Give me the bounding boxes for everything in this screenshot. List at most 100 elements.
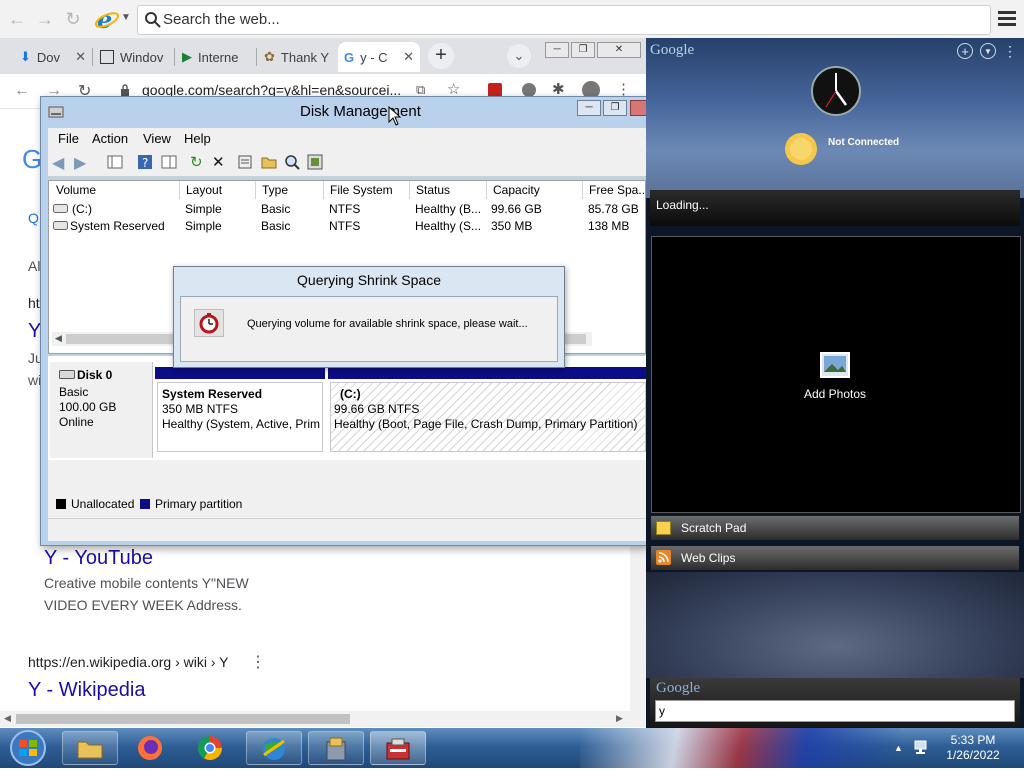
- window-title: Disk Management: [300, 103, 421, 120]
- firefox-icon: [138, 736, 162, 760]
- close-icon[interactable]: ✕: [403, 49, 414, 65]
- scroll-left-icon[interactable]: ◀: [55, 333, 62, 344]
- partition-c-drive[interactable]: (C:) 99.66 GB NTFS Healthy (Boot, Page F…: [330, 382, 646, 452]
- tab-thank-you[interactable]: ✿ Thank Y: [258, 42, 338, 72]
- extension-icon[interactable]: [488, 83, 502, 97]
- disk-management-icon: [386, 738, 410, 760]
- cell-layout: Simple: [185, 219, 222, 233]
- result-fragment: ht: [28, 295, 40, 311]
- column-capacity[interactable]: Capacity: [487, 181, 583, 199]
- sun-weather-icon: [780, 128, 822, 170]
- properties-pane-icon[interactable]: [160, 153, 178, 171]
- web-clips-gadget[interactable]: Web Clips: [651, 546, 1019, 570]
- cell-volume: System Reserved: [70, 219, 165, 233]
- taskbar-firefox[interactable]: [122, 731, 178, 765]
- cell-layout: Simple: [185, 202, 222, 216]
- ie-logo-icon[interactable]: e: [94, 5, 120, 34]
- maximize-button[interactable]: ❐: [571, 42, 595, 58]
- system-clock[interactable]: 5:33 PM 1/26/2022: [940, 733, 1006, 765]
- tab-downloads[interactable]: ⬇ Dov ✕: [14, 42, 92, 72]
- minimize-button[interactable]: ─: [545, 42, 569, 58]
- window-titlebar[interactable]: Disk Management: [40, 97, 647, 127]
- taskbar-disk-management[interactable]: [370, 731, 426, 765]
- play-icon: ▶: [182, 49, 192, 64]
- column-status[interactable]: Status: [410, 181, 487, 199]
- tab-google-search[interactable]: G y - C ✕: [338, 42, 420, 72]
- more-options-icon[interactable]: ⋮: [250, 652, 266, 672]
- start-button[interactable]: [4, 729, 52, 767]
- scroll-right-icon[interactable]: ▶: [616, 713, 623, 724]
- open-folder-icon[interactable]: [260, 153, 278, 171]
- partition-name: (C:): [340, 387, 361, 401]
- sidebar-search-brand: Google: [656, 680, 701, 696]
- menu-file[interactable]: File: [58, 131, 79, 146]
- scroll-left-icon[interactable]: ◀: [4, 713, 11, 724]
- close-icon[interactable]: ✕: [75, 49, 86, 65]
- settings-grid-icon[interactable]: [306, 153, 324, 171]
- properties-icon[interactable]: [236, 153, 254, 171]
- network-tray-icon[interactable]: [913, 738, 931, 756]
- menu-action[interactable]: Action: [92, 131, 128, 146]
- column-volume[interactable]: Volume: [50, 181, 180, 199]
- rss-icon: [656, 550, 671, 565]
- disk-info-panel[interactable]: Disk 0 Basic 100.00 GB Online: [50, 362, 153, 458]
- result-title-wikipedia[interactable]: Y - Wikipedia: [28, 679, 145, 702]
- loading-text: Loading...: [656, 198, 709, 212]
- add-photos-label[interactable]: Add Photos: [651, 387, 1019, 401]
- site-favicon-icon: [100, 50, 114, 64]
- taskbar-chrome[interactable]: [182, 731, 238, 765]
- clock-gadget-icon[interactable]: [810, 65, 862, 117]
- refresh-icon[interactable]: ↻: [62, 8, 84, 30]
- menu-view[interactable]: View: [143, 131, 171, 146]
- show-hidden-icons[interactable]: ▲: [894, 743, 903, 753]
- table-row[interactable]: System Reserved Simple Basic NTFS Health…: [50, 218, 645, 234]
- sidebar-search-input[interactable]: y: [655, 700, 1015, 722]
- add-gadget-icon[interactable]: +: [957, 43, 973, 59]
- taskbar-network-app[interactable]: [246, 731, 302, 765]
- minimize-button[interactable]: ─: [577, 100, 601, 116]
- taskbar-installer[interactable]: [308, 731, 364, 765]
- column-type[interactable]: Type: [256, 181, 324, 199]
- table-row[interactable]: (C:) Simple Basic NTFS Healthy (B... 99.…: [50, 201, 645, 217]
- mouse-cursor-icon: [388, 105, 402, 126]
- close-button[interactable]: ✕: [597, 42, 641, 58]
- maximize-button[interactable]: ❐: [603, 100, 627, 116]
- forward-arrow-icon[interactable]: ▶: [74, 153, 92, 172]
- tab-label: Dov: [36, 49, 61, 65]
- magnifier-icon[interactable]: [283, 153, 301, 171]
- result-title-youtube[interactable]: Y - YouTube: [44, 547, 153, 570]
- photo-icon[interactable]: [820, 352, 850, 378]
- back-arrow-icon[interactable]: ◀: [52, 153, 70, 172]
- scrollbar-thumb[interactable]: [16, 714, 350, 724]
- column-free-space[interactable]: Free Spa...: [583, 181, 645, 199]
- console-tree-icon[interactable]: [106, 153, 124, 171]
- tab-search-button[interactable]: ⌄: [507, 44, 531, 68]
- refresh-icon[interactable]: ↻: [190, 153, 208, 171]
- tab-internet[interactable]: ▶ Interne: [176, 42, 256, 72]
- sidebar-options-icon[interactable]: ⋮: [1003, 43, 1017, 60]
- partition-system-reserved[interactable]: System Reserved 350 MB NTFS Healthy (Sys…: [157, 382, 323, 452]
- taskbar-file-explorer[interactable]: [62, 731, 118, 765]
- column-file-system[interactable]: File System: [324, 181, 410, 199]
- cell-free-space: 138 MB: [588, 219, 630, 233]
- extension-shield-icon[interactable]: [522, 83, 536, 97]
- result-cite[interactable]: https://en.wikipedia.org › wiki › Y: [28, 654, 229, 670]
- help-icon[interactable]: ?: [136, 153, 154, 171]
- ie-dropdown-icon[interactable]: ▼: [121, 12, 131, 23]
- column-layout[interactable]: Layout: [180, 181, 256, 199]
- partition-name: System Reserved: [162, 387, 263, 401]
- new-tab-button[interactable]: +: [428, 43, 454, 69]
- scratch-pad-gadget[interactable]: Scratch Pad: [651, 516, 1019, 540]
- sidebar-menu-icon[interactable]: ▼: [980, 43, 996, 59]
- menu-icon[interactable]: [998, 8, 1016, 28]
- partition-size: 350 MB NTFS: [162, 402, 239, 416]
- delete-icon[interactable]: ✕: [212, 153, 230, 171]
- web-search-input[interactable]: Search the web...: [137, 5, 991, 35]
- tab-windows[interactable]: Windov: [94, 42, 174, 72]
- back-icon[interactable]: ←: [14, 82, 30, 100]
- menu-help[interactable]: Help: [184, 131, 211, 146]
- forward-icon[interactable]: →: [34, 8, 56, 30]
- back-icon[interactable]: ←: [6, 8, 28, 30]
- chrome-icon: [198, 736, 222, 761]
- tab-label: Interne: [198, 49, 239, 65]
